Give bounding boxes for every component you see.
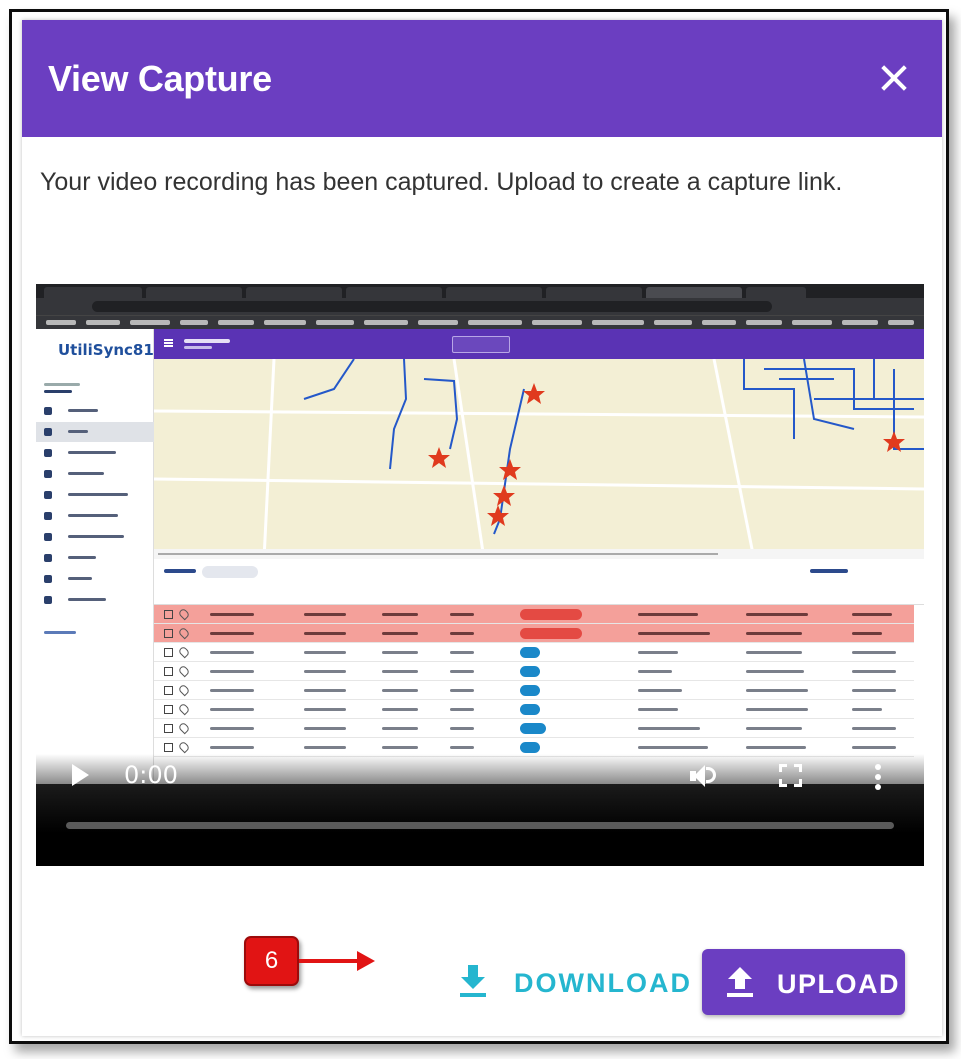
app-logo: UtiliSync811 (58, 341, 165, 359)
dialog-header: View Capture (22, 20, 942, 137)
preview-ticket-table (154, 559, 924, 784)
download-icon (460, 965, 486, 997)
annotation-arrow-head (357, 951, 375, 971)
preview-nav-reload (36, 569, 154, 589)
upload-label: UPLOAD (777, 969, 900, 999)
dialog-title: View Capture (48, 58, 272, 99)
view-capture-dialog: View Capture Your video recording has be… (22, 20, 942, 1036)
video-frame: UtiliSync811 (36, 284, 924, 784)
preview-nav-dashboard (36, 464, 154, 484)
preview-sidebar: UtiliSync811 (36, 329, 164, 784)
upload-button[interactable]: UPLOAD (702, 949, 905, 1015)
video-time: 0:00 (124, 761, 178, 789)
upload-icon (727, 967, 753, 997)
preview-topbar (154, 329, 924, 359)
preview-nav-ticket-list (36, 401, 154, 421)
video-progress-bar[interactable] (66, 822, 894, 829)
browser-tab-strip (36, 284, 924, 298)
preview-nav-upload (36, 443, 154, 463)
annotation-arrow (299, 959, 361, 963)
preview-nav-support (36, 548, 154, 568)
preview-nav-capture (36, 506, 154, 526)
download-label: DOWNLOAD (514, 968, 692, 998)
preview-nav-maps (36, 422, 154, 442)
preview-map (154, 359, 924, 559)
download-button[interactable]: DOWNLOAD (440, 955, 690, 1009)
preview-nav-forms (36, 485, 154, 505)
more-vert-icon[interactable] (875, 764, 881, 790)
preview-nav-knowledge (36, 527, 154, 547)
close-icon[interactable] (874, 58, 914, 98)
browser-address-bar (36, 298, 924, 315)
step-number-badge: 6 (244, 936, 299, 986)
bookmarks-bar (36, 315, 924, 329)
preview-nav-admin (36, 590, 154, 610)
capture-message: Your video recording has been captured. … (40, 168, 843, 196)
play-icon[interactable] (72, 764, 89, 786)
video-player[interactable]: UtiliSync811 0:00 (36, 284, 924, 866)
fullscreen-icon[interactable] (779, 764, 802, 787)
